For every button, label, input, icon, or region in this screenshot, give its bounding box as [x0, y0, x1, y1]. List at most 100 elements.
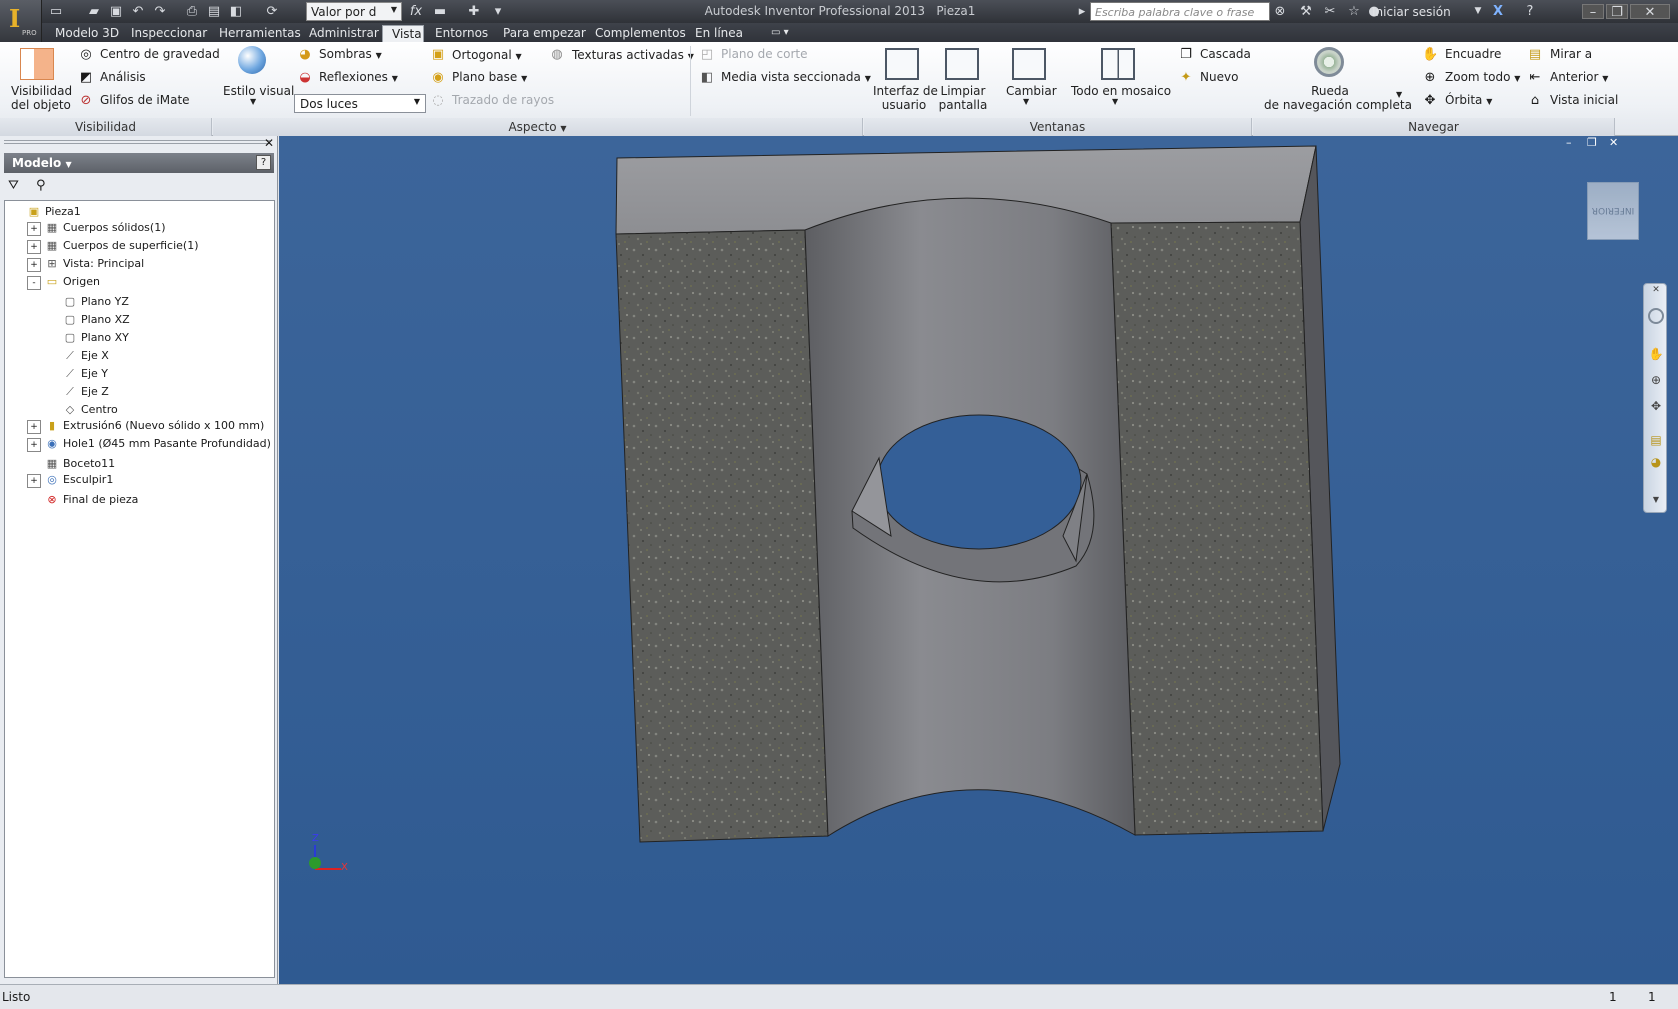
navbar-wheel-icon[interactable] [1648, 308, 1664, 324]
user-interface-icon[interactable] [885, 48, 919, 80]
save-icon[interactable]: ▣ [108, 4, 124, 19]
browser-grip[interactable] [4, 140, 270, 144]
full-navigation-wheel-button[interactable]: Rueda de navegación completa [1264, 84, 1412, 112]
navbar-pan-icon[interactable]: ✋ [1648, 346, 1664, 362]
tab-administrar[interactable]: Administrar [300, 25, 388, 42]
clean-screen-button[interactable]: Limpiar pantalla [938, 84, 988, 112]
undo-icon[interactable]: ↶ [130, 4, 146, 19]
restore-icon[interactable]: ❐ [1606, 4, 1628, 20]
tree-node[interactable]: ⟋ Eje Z [9, 381, 271, 399]
imate-glyphs-button[interactable]: Glifos de iMate [100, 93, 190, 107]
ground-plane-button[interactable]: Plano base ▼ [452, 70, 527, 84]
switch-window-dropdown-icon[interactable]: ▼ [1023, 97, 1029, 106]
tree-node[interactable]: + ▦ Cuerpos de superficie(1) [9, 237, 271, 255]
navbar-close-icon[interactable]: ✕ [1648, 282, 1664, 298]
half-section-view-button[interactable]: Media vista seccionada ▼ [721, 70, 871, 84]
tree-node[interactable]: + ▦ Cuerpos sólidos(1) [9, 219, 271, 237]
tree-node[interactable]: ⟋ Eje Y [9, 363, 271, 381]
minimize-icon[interactable]: – [1582, 4, 1604, 20]
lighting-style-select[interactable]: Dos luces ▼ [294, 94, 426, 113]
customize-icon[interactable]: ▾ [490, 4, 506, 19]
expand-toggle-icon[interactable]: - [27, 276, 41, 290]
appearance-icon[interactable]: ◧ [228, 4, 244, 19]
reflections-button[interactable]: Reflexiones ▼ [319, 70, 398, 84]
pan-button[interactable]: Encuadre [1445, 47, 1501, 61]
tree-node[interactable]: ▢ Plano XZ [9, 309, 271, 327]
help-icon[interactable]: ? [1522, 4, 1538, 19]
exchange-icon[interactable]: X [1490, 4, 1506, 19]
expand-toggle-icon[interactable]: + [27, 420, 41, 434]
expand-toggle-icon[interactable]: + [27, 438, 41, 452]
clean-screen-icon[interactable] [945, 48, 979, 80]
tile-all-button[interactable]: Todo en mosaico [1071, 84, 1171, 98]
navbar-orbit-icon[interactable]: ✥ [1648, 398, 1664, 414]
new-window-button[interactable]: Nuevo [1200, 70, 1238, 84]
previous-view-button[interactable]: Anterior ▼ [1550, 70, 1608, 84]
print-icon[interactable]: ⎙ [184, 4, 200, 19]
center-of-gravity-button[interactable]: Centro de gravedad [100, 47, 220, 61]
measure-icon[interactable]: ▬ [432, 4, 448, 19]
expand-toggle-icon[interactable]: + [27, 240, 41, 254]
graphics-window[interactable]: – ❐ ✕ INFERIOR Z X [279, 136, 1678, 984]
browser-close-icon[interactable]: ✕ [264, 136, 274, 150]
properties-icon[interactable]: ▤ [206, 4, 222, 19]
fx-icon[interactable]: fx [408, 4, 424, 19]
binoculars-icon[interactable]: ⊗ [1272, 4, 1288, 19]
navbar-zoom-icon[interactable]: ⊕ [1648, 372, 1664, 388]
section-plane-button[interactable]: Plano de corte [721, 47, 807, 61]
tile-all-icon[interactable] [1101, 48, 1135, 80]
close-icon[interactable]: ✕ [1630, 4, 1670, 20]
tree-node[interactable]: ▣ Pieza1 [9, 201, 271, 219]
tree-node[interactable]: ⟋ Eje X [9, 345, 271, 363]
application-menu-button[interactable]: I PRO [0, 0, 42, 42]
user-interface-button[interactable]: Interfaz de usuario [873, 84, 938, 112]
tab-vista[interactable]: Vista [382, 25, 424, 42]
tab-entornos[interactable]: Entornos [426, 25, 497, 42]
tab-complementos[interactable]: Complementos [586, 25, 695, 42]
tools-icon[interactable]: ✂ [1322, 4, 1338, 19]
navbar-look-at-icon[interactable]: ▤ [1648, 432, 1664, 448]
login-button[interactable]: Iniciar sesión [1372, 5, 1451, 19]
home-view-button[interactable]: Vista inicial [1550, 93, 1618, 107]
full-navigation-wheel-icon[interactable] [1314, 47, 1344, 77]
open-icon[interactable]: ▰ [86, 4, 102, 19]
redo-icon[interactable]: ↷ [152, 4, 168, 19]
textures-button[interactable]: Texturas activadas ▼ [572, 48, 694, 62]
orthographic-button[interactable]: Ortogonal ▼ [452, 48, 522, 62]
expand-toggle-icon[interactable]: + [27, 222, 41, 236]
visual-style-icon[interactable] [238, 46, 266, 74]
tab-inspeccionar[interactable]: Inspeccionar [122, 25, 216, 42]
analysis-button[interactable]: Análisis [100, 70, 146, 84]
browser-header[interactable]: Modelo ▼ [4, 153, 274, 173]
shadows-button[interactable]: Sombras ▼ [319, 47, 382, 61]
look-at-button[interactable]: Mirar a [1550, 47, 1592, 61]
tree-node[interactable]: + ⊞ Vista: Principal [9, 255, 271, 273]
navbar-appearance-icon[interactable]: ◕ [1648, 454, 1664, 470]
tab-para-empezar[interactable]: Para empezar [494, 25, 595, 42]
search-arrow-icon[interactable]: ▸ [1074, 4, 1090, 19]
value-select[interactable]: Valor por d ▼ [306, 2, 402, 21]
switch-window-button[interactable]: Cambiar [1006, 84, 1057, 98]
cascade-button[interactable]: Cascada [1200, 47, 1251, 61]
visual-style-dropdown-icon[interactable]: ▼ [250, 97, 256, 106]
tab-options-icon[interactable]: ▭ ▾ [762, 25, 798, 42]
new-icon[interactable]: ▭ [48, 4, 64, 19]
orbit-button[interactable]: Órbita ▼ [1445, 93, 1492, 107]
navbar-customize-icon[interactable]: ▼ [1648, 492, 1664, 508]
tree-node[interactable]: ⊗ Final de pieza [9, 489, 271, 507]
ray-tracing-button[interactable]: Trazado de rayos [452, 93, 554, 107]
tree-node[interactable]: ▢ Plano XY [9, 327, 271, 345]
expand-toggle-icon[interactable]: + [27, 474, 41, 488]
tab-herramientas[interactable]: Herramientas [210, 25, 310, 42]
browser-help-icon[interactable]: ? [256, 155, 271, 170]
star-icon[interactable]: ☆ [1346, 4, 1362, 19]
viewcube[interactable]: INFERIOR [1587, 182, 1639, 240]
plus-icon[interactable]: ✚ [466, 4, 482, 19]
tab-modelo-3d[interactable]: Modelo 3D [46, 25, 128, 42]
switch-window-icon[interactable] [1012, 48, 1046, 80]
tile-all-dropdown-icon[interactable]: ▼ [1112, 97, 1118, 106]
part-model[interactable] [279, 136, 1678, 984]
tree-node[interactable]: ▦ Boceto11 [9, 453, 271, 471]
tab-en-linea[interactable]: En línea [686, 25, 752, 42]
visual-style-button[interactable]: Estilo visual [223, 84, 294, 98]
